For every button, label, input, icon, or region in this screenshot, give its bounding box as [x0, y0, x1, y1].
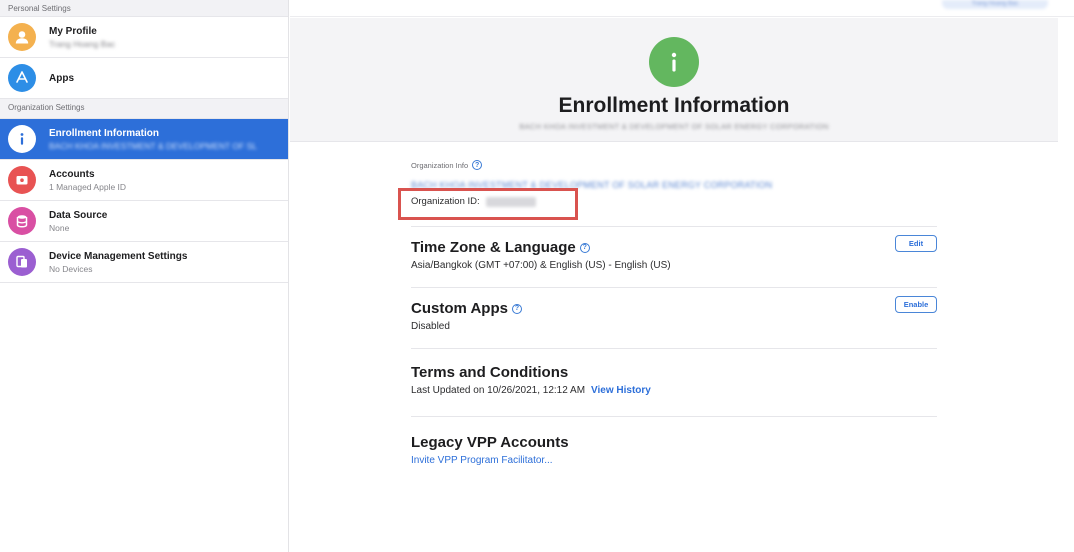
timezone-language-title: Time Zone & Language ? [411, 239, 937, 256]
info-icon [8, 125, 36, 153]
sidebar: Personal Settings My Profile Trang Hoang… [0, 0, 289, 552]
timezone-language-row: Time Zone & Language ? Asia/Bangkok (GMT… [411, 227, 937, 287]
legacy-vpp-row: Legacy VPP Accounts Invite VPP Program F… [411, 417, 937, 477]
sidebar-item-sublabel: 1 Managed Apple ID [49, 181, 127, 192]
legacy-vpp-title: Legacy VPP Accounts [411, 434, 569, 451]
help-icon[interactable]: ? [511, 303, 522, 314]
organization-info-label-text: Organization Info [411, 160, 469, 170]
person-icon [8, 23, 36, 51]
app-store-icon [8, 64, 36, 92]
custom-apps-status: Disabled [411, 321, 450, 332]
personal-settings-header: Personal Settings [0, 0, 288, 17]
sidebar-item-accounts[interactable]: Accounts 1 Managed Apple ID [0, 160, 288, 201]
sidebar-item-sublabel: Trang Hoang Bac [49, 38, 116, 49]
sidebar-item-label: Device Management Settings [49, 250, 188, 262]
sidebar-item-apps[interactable]: Apps [0, 58, 288, 99]
sidebar-item-sublabel: None [49, 222, 70, 233]
invite-vpp-facilitator-link[interactable]: Invite VPP Program Facilitator... [411, 455, 937, 466]
page-header: Enrollment Information BACH KHOA INVESTM… [290, 18, 1058, 142]
help-icon[interactable]: ? [472, 160, 483, 170]
user-menu-button[interactable]: Trang Hoang Bac [942, 0, 1048, 9]
timezone-language-value: Asia/Bangkok (GMT +07:00) & English (US)… [411, 260, 671, 271]
organization-name-subtitle: BACH KHOA INVESTMENT & DEVELOPMENT OF SO… [519, 122, 829, 131]
devices-icon [8, 248, 36, 276]
sidebar-item-label: My Profile [49, 25, 97, 37]
edit-timezone-button[interactable]: Edit [895, 235, 937, 252]
info-icon [649, 37, 699, 87]
custom-apps-title-text: Custom Apps [411, 300, 508, 317]
sidebar-item-label: Accounts [49, 168, 95, 180]
enable-custom-apps-button[interactable]: Enable [895, 296, 937, 313]
view-history-link[interactable]: View History [591, 385, 651, 396]
terms-conditions-row: Terms and Conditions Last Updated on 10/… [411, 349, 937, 416]
sidebar-item-label: Enrollment Information [49, 127, 159, 139]
accounts-icon [8, 166, 36, 194]
terms-last-updated: Last Updated on 10/26/2021, 12:12 AM View… [411, 385, 937, 396]
sidebar-item-label: Data Source [49, 209, 108, 221]
timezone-language-title-text: Time Zone & Language [411, 239, 576, 256]
sidebar-item-sublabel: No Devices [49, 263, 93, 274]
enrollment-details: Organization Info ? BACH KHOA INVESTMENT… [398, 160, 937, 477]
sidebar-item-my-profile[interactable]: My Profile Trang Hoang Bac [0, 17, 288, 58]
custom-apps-row: Custom Apps ? Disabled Enable [411, 288, 937, 348]
terms-last-updated-text: Last Updated on 10/26/2021, 12:12 AM [411, 385, 586, 396]
page-title: Enrollment Information [558, 94, 790, 117]
terms-conditions-title: Terms and Conditions [411, 364, 569, 381]
help-icon[interactable]: ? [579, 242, 590, 253]
top-bar: Trang Hoang Bac [290, 0, 1074, 17]
organization-info-label: Organization Info ? [411, 160, 937, 170]
highlight-annotation-box [398, 188, 578, 220]
sidebar-item-device-management-settings[interactable]: Device Management Settings No Devices [0, 242, 288, 283]
sidebar-item-label: Apps [49, 72, 74, 84]
organization-settings-header: Organization Settings [0, 99, 288, 119]
database-icon [8, 207, 36, 235]
sidebar-item-sublabel: BACH KHOA INVESTMENT & DEVELOPMENT OF SL [49, 140, 257, 151]
organization-info-section: Organization Info ? BACH KHOA INVESTMENT… [398, 160, 937, 226]
sidebar-item-enrollment-information[interactable]: Enrollment Information BACH KHOA INVESTM… [0, 119, 288, 160]
custom-apps-title: Custom Apps ? [411, 300, 937, 317]
sidebar-item-data-source[interactable]: Data Source None [0, 201, 288, 242]
